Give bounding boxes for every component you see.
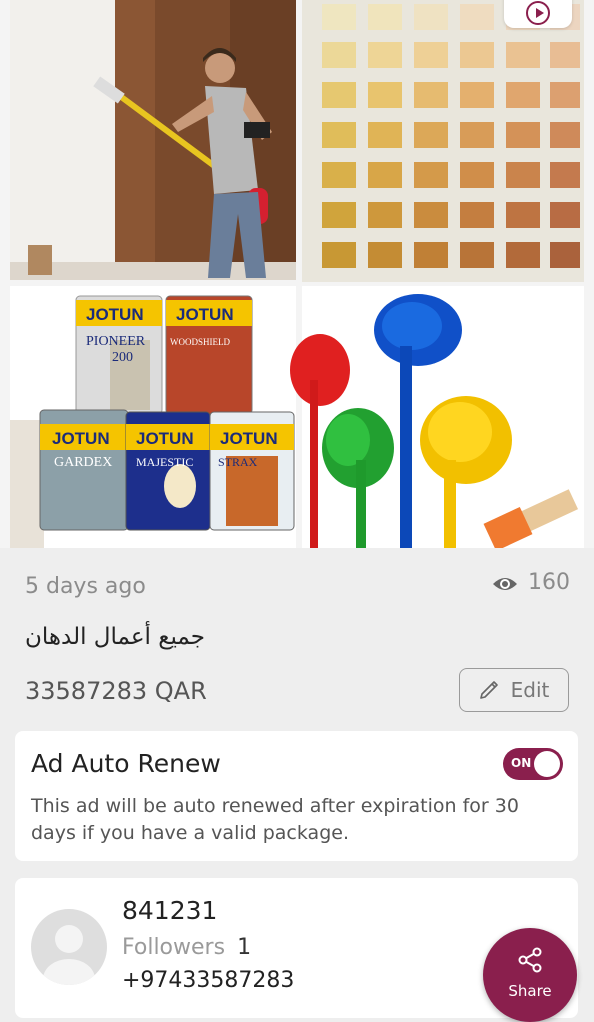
auto-renew-card: Ad Auto Renew ON This ad will be auto re… [15, 731, 578, 861]
listing-price: 33587283 QAR [25, 677, 207, 705]
can-brand-text: JOTUN [220, 429, 278, 448]
share-icon [518, 947, 542, 973]
share-button[interactable]: Share [483, 928, 577, 1022]
ad-image-collage[interactable]: JOTUN JOTUN JOTUN JOTUN JOTUN PIONEER 20… [0, 0, 594, 548]
collage-artwork: JOTUN JOTUN JOTUN JOTUN JOTUN PIONEER 20… [10, 0, 584, 548]
color-swatch-photo [302, 0, 584, 282]
avatar[interactable] [31, 909, 107, 985]
followers-label: Followers [122, 935, 226, 960]
share-button-label: Share [508, 982, 552, 1000]
can-product-name: MAJESTIC [136, 455, 193, 469]
view-count: 160 [492, 570, 570, 595]
edit-button[interactable]: Edit [459, 668, 569, 712]
posted-time: 5 days ago [25, 574, 146, 599]
auto-renew-toggle[interactable]: ON [503, 748, 563, 780]
painter-photo [10, 0, 296, 280]
play-icon [526, 1, 550, 25]
auto-renew-title: Ad Auto Renew [31, 749, 221, 778]
seller-phone[interactable]: +97433587283 [122, 968, 294, 993]
pencil-icon [479, 677, 501, 704]
edit-button-label: Edit [510, 678, 550, 702]
can-brand-text: JOTUN [176, 305, 234, 324]
followers-info: Followers 1 [122, 935, 251, 960]
can-brand-text: JOTUN [86, 305, 144, 324]
can-product-name: WOODSHIELD [170, 337, 230, 347]
eye-icon [492, 574, 518, 592]
can-brand-text: JOTUN [52, 429, 110, 448]
seller-id: 841231 [122, 896, 218, 925]
user-placeholder-icon [43, 925, 95, 985]
can-product-number: 200 [112, 350, 133, 365]
pouring-paint-photo [290, 286, 584, 548]
toggle-knob [534, 751, 560, 777]
listing-title: جميع أعمال الدهان [25, 624, 205, 650]
jotun-cans-photo: JOTUN JOTUN JOTUN JOTUN JOTUN PIONEER 20… [10, 286, 296, 548]
followers-count: 1 [237, 935, 252, 960]
can-product-name: STRAX [218, 455, 258, 469]
can-product-name: GARDEX [54, 455, 112, 470]
play-video-button[interactable] [504, 0, 572, 28]
auto-renew-description: This ad will be auto renewed after expir… [31, 795, 519, 844]
view-count-value: 160 [528, 570, 570, 595]
can-product-name: PIONEER [86, 334, 146, 349]
toggle-state-label: ON [511, 756, 532, 770]
can-brand-text: JOTUN [136, 429, 194, 448]
